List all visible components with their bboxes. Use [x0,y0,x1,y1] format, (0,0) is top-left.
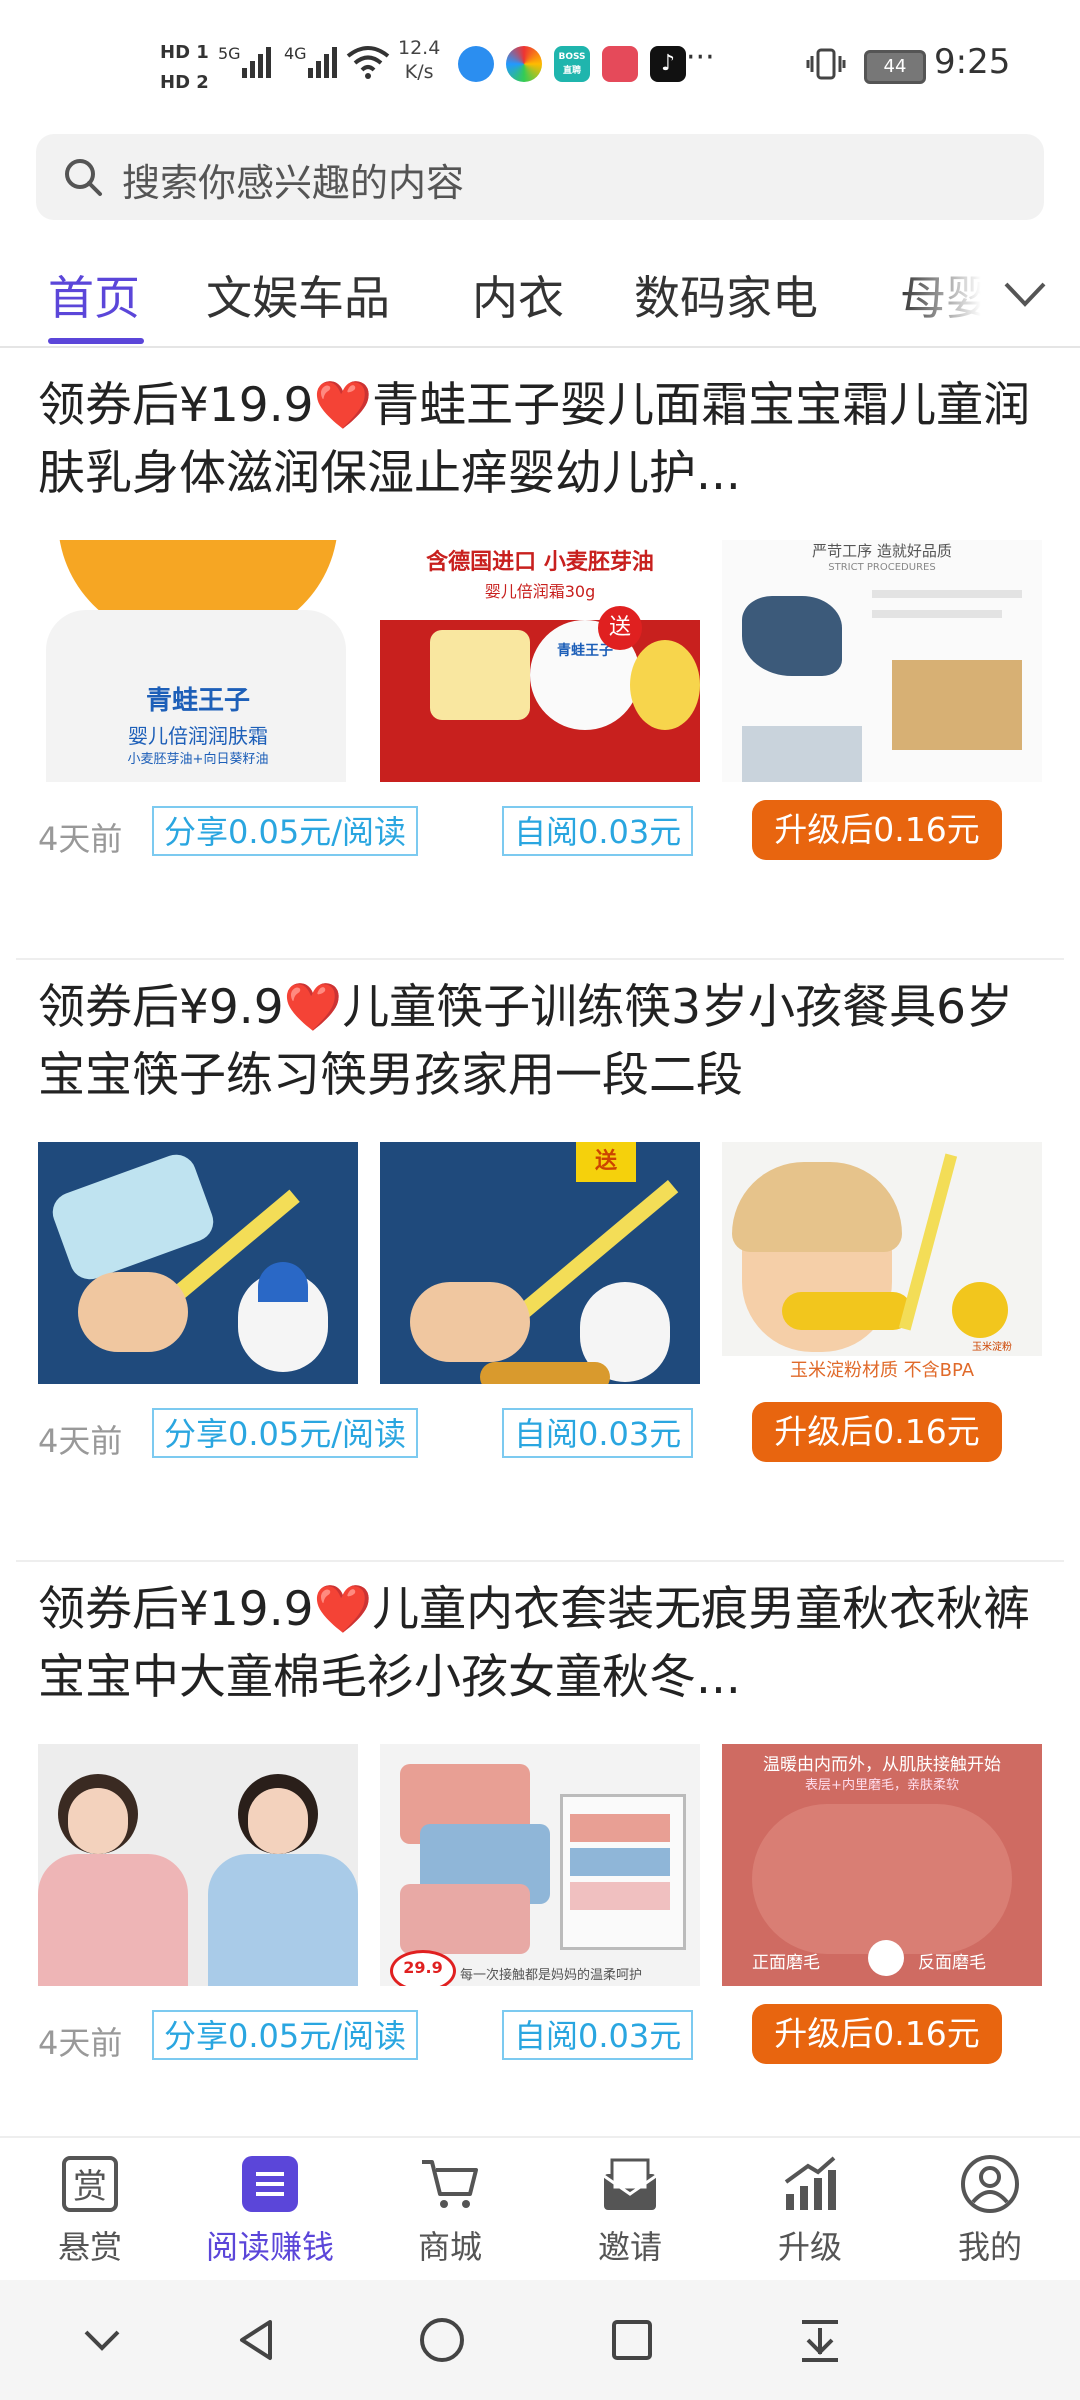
article-title[interactable]: 领券后¥9.9❤️儿童筷子训练筷3岁小孩餐具6岁宝宝筷子练习筷男孩家用一段二段 [38,974,1042,1110]
article-title[interactable]: 领券后¥19.9❤️儿童内衣套装无痕男童秋衣秋裤宝宝中大童棉毛衫小孩女童秋冬..… [38,1576,1042,1712]
nav-label: 我的 [957,2228,1022,2266]
signal-5g-label: 5G [218,44,241,63]
tiktok-icon: ♪ [650,46,686,82]
gift-badge: 送 [598,606,642,650]
upgrade-icon [784,2156,836,2210]
product-image[interactable] [38,1142,358,1384]
nav-read-earn[interactable]: 阅读赚钱 [200,2152,340,2268]
clock: 9:25 [934,42,1011,82]
nav-invite[interactable]: 邀请 [560,2152,700,2268]
cart-icon [422,2160,478,2208]
article-time: 4天前 [38,1422,123,1460]
search-placeholder: 搜索你感兴趣的内容 [122,161,465,205]
nav-profile[interactable]: 我的 [920,2152,1060,2268]
product-image-text: 正面磨毛 [752,1953,820,1973]
search-icon [65,159,102,196]
gift-badge: 送 [576,1142,636,1182]
notification-pull-icon[interactable] [796,2316,844,2364]
recent-apps-icon[interactable] [608,2316,656,2364]
tab-digital-appliances[interactable]: 数码家电 [634,262,818,328]
home-icon[interactable] [418,2316,466,2364]
product-image[interactable]: 送 [380,1142,700,1384]
hd-indicator: HD 1 HD 2 [160,42,209,93]
vibrate-icon [806,48,846,80]
wifi-icon [346,46,390,79]
share-reward-tag: 分享0.05元/阅读 [152,2010,419,2060]
product-sub-text: 小麦胚芽油+向日葵籽油 [127,752,269,767]
nav-reward[interactable]: 赏 悬赏 [20,2152,160,2268]
book-app-icon [602,46,638,82]
more-notifications-icon: ··· [686,40,715,75]
product-image[interactable]: 温暖由内而外，从肌肤接触开始 表层+内里磨毛，亲肤柔软 正面磨毛 反面磨毛 [722,1744,1042,1986]
nav-label: 升级 [777,2228,842,2266]
nav-label: 阅读赚钱 [205,2228,334,2266]
signal-4g-label: 4G [284,44,307,63]
product-image[interactable]: 29.9 每一次接触都是妈妈的温柔呵护 [380,1744,700,1986]
product-banner-text: 含德国进口 小麦胚芽油 [426,550,654,575]
product-size-text: 婴儿倍润霜30g [484,582,596,601]
chevron-down-icon[interactable] [78,2316,126,2364]
article-item[interactable]: 领券后¥9.9❤️儿童筷子训练筷3岁小孩餐具6岁宝宝筷子练习筷男孩家用一段二段 … [0,952,1080,1554]
nav-label: 悬赏 [57,2228,122,2266]
colorful-app-icon [506,46,542,82]
upgrade-reward-button[interactable]: 升级后0.16元 [752,2004,1002,2064]
nav-mall[interactable]: 商城 [380,2152,520,2268]
boss-app-icon: BOSS直聘 [554,46,590,82]
nav-label: 商城 [417,2228,482,2266]
self-read-reward-tag: 自阅0.03元 [502,2010,694,2060]
nav-label: 邀请 [597,2228,662,2266]
product-image-text: 表层+内里磨毛，亲肤柔软 [805,1778,959,1793]
back-icon[interactable] [232,2316,280,2364]
bottom-navigation: 赏 悬赏 阅读赚钱 商城 邀请 升级 我的 [0,2136,1080,2282]
self-read-reward-tag: 自阅0.03元 [502,1408,694,1458]
tab-entertainment-auto[interactable]: 文娱车品 [206,262,390,328]
category-tabs: 首页 文娱车品 内衣 数码家电 母婴 [0,240,1080,348]
product-image-text: 每一次接触都是妈妈的温柔呵护 [460,1968,643,1983]
product-image[interactable]: 严苛工序 造就好品质 STRICT PROCEDURES [722,540,1042,782]
invite-icon [603,2158,657,2210]
status-bar: HD 1 HD 2 5G 4G 12.4 K/s BOSS直聘 ♪ ··· 44 9… [0,0,1080,126]
share-reward-tag: 分享0.05元/阅读 [152,806,419,856]
browser-icon [458,46,494,82]
article-time: 4天前 [38,2024,123,2062]
product-image-text: 反面磨毛 [918,1953,986,1973]
nav-upgrade[interactable]: 升级 [740,2152,880,2268]
product-image-text: 玉米淀粉材质 不含BPA [722,1356,1042,1384]
article-time: 4天前 [38,820,123,858]
product-image[interactable] [38,1744,358,1986]
profile-icon [961,2155,1019,2213]
tab-fade-overlay [900,240,1080,344]
read-earn-icon [242,2156,298,2212]
signal-bars-icon [308,42,337,78]
product-image[interactable]: 青蛙王子 婴儿倍润润肤霜 小麦胚芽油+向日葵籽油 [38,540,358,782]
product-name-text: 婴儿倍润润肤霜 [128,724,268,748]
article-item[interactable]: 领券后¥19.9❤️儿童内衣套装无痕男童秋衣秋裤宝宝中大童棉毛衫小孩女童秋冬..… [0,1554,1080,2156]
reward-icon: 赏 [62,2156,118,2212]
article-title[interactable]: 领券后¥19.9❤️青蛙王子婴儿面霜宝宝霜儿童润肤乳身体滋润保湿止痒婴幼儿护..… [38,372,1042,508]
self-read-reward-tag: 自阅0.03元 [502,806,694,856]
active-tab-indicator [48,338,144,344]
system-navigation-bar [0,2280,1080,2400]
tab-underwear[interactable]: 内衣 [472,262,564,328]
share-reward-tag: 分享0.05元/阅读 [152,1408,419,1458]
search-bar[interactable]: 搜索你感兴趣的内容 [36,134,1044,220]
network-speed: 12.4 K/s [398,37,441,83]
article-item[interactable]: 领券后¥19.9❤️青蛙王子婴儿面霜宝宝霜儿童润肤乳身体滋润保湿止痒婴幼儿护..… [0,350,1080,952]
product-image-text: 温暖由内而外，从肌肤接触开始 [763,1755,1001,1775]
svg-text:赏: 赏 [73,2167,107,2207]
product-brand-text: 青蛙王子 [145,686,250,716]
upgrade-reward-button[interactable]: 升级后0.16元 [752,800,1002,860]
price-badge: 29.9 [390,1950,456,1986]
tab-home[interactable]: 首页 [48,262,140,328]
battery-icon: 44 [864,50,926,84]
chevron-down-icon[interactable] [998,266,1052,320]
product-image-text: 玉米淀粉 [972,1342,1012,1353]
upgrade-reward-button[interactable]: 升级后0.16元 [752,1402,1002,1462]
product-image-text: STRICT PROCEDURES [828,562,936,573]
product-image-text: 严苛工序 造就好品质 [812,542,952,560]
signal-bars-icon [242,42,271,78]
product-image[interactable]: 玉米淀粉 玉米淀粉材质 不含BPA [722,1142,1042,1384]
product-image[interactable]: 含德国进口 小麦胚芽油 婴儿倍润霜30g 青蛙王子 送 [380,540,700,782]
